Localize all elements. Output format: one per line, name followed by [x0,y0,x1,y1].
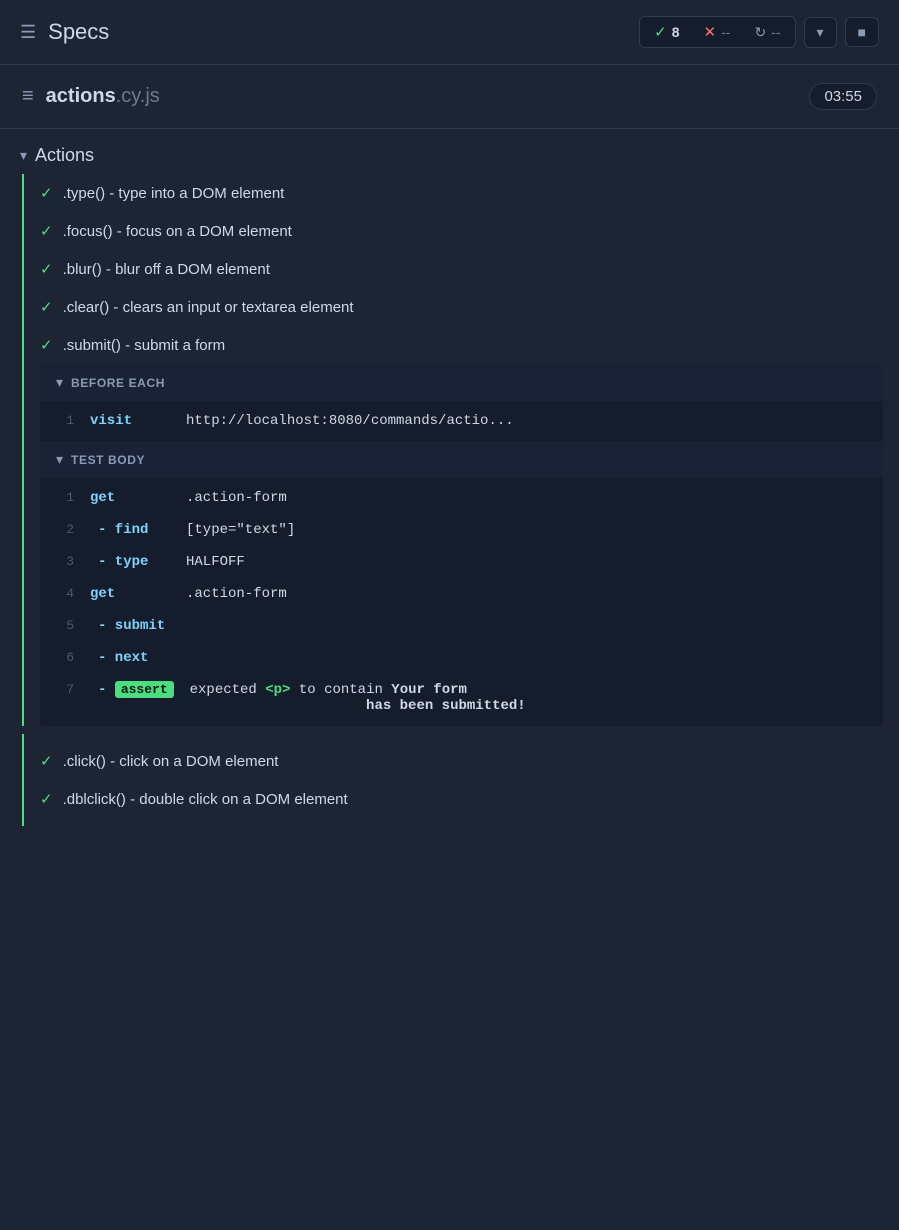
test-label: .submit() - submit a form [63,337,226,354]
pass-icon: ✓ [40,336,53,354]
test-body-code: 1 get .action-form 2 - find [type="text"… [40,478,883,726]
command: - next [90,650,170,666]
file-row: ≡ actions.cy.js 03:55 [0,65,899,129]
pass-icon: ✓ [40,752,53,770]
command: - submit [90,618,170,634]
test-item[interactable]: ✓ .dblclick() - double click on a DOM el… [24,780,899,818]
test-item[interactable]: ✓ .focus() - focus on a DOM element [24,212,899,250]
pending-icon: ↻ [754,24,766,41]
command-arg: http://localhost:8080/commands/actio... [186,413,514,429]
test-item[interactable]: ✓ .blur() - blur off a DOM element [24,250,899,288]
chevron-down-icon: ▾ [56,374,63,391]
file-icon: ≡ [22,85,34,108]
check-icon: ✓ [654,23,667,41]
assert-value: Your form has been submitted! [190,682,526,714]
before-each-header[interactable]: ▾ BEFORE EACH [40,364,883,401]
square-button[interactable]: ■ [845,17,879,47]
code-row: 5 - submit [40,610,883,642]
command: get [90,586,170,602]
test-item[interactable]: ✓ .click() - click on a DOM element [24,742,899,780]
test-item[interactable]: ✓ .submit() - submit a form [24,326,899,364]
test-label: .blur() - blur off a DOM element [63,261,270,278]
pass-icon: ✓ [40,260,53,278]
command: - type [90,554,170,570]
menu-icon[interactable]: ☰ [20,22,36,43]
line-number: 4 [60,586,74,601]
suite-name: Actions [35,145,94,166]
code-row: 3 - type HALFOFF [40,546,883,578]
code-row: 4 get .action-form [40,578,883,610]
chevron-down-icon: ▾ [20,147,27,164]
line-number: 7 [60,682,74,697]
before-each-title: BEFORE EACH [71,376,165,390]
test-list: ✓ .type() - type into a DOM element ✓ .f… [22,174,899,726]
header: ☰ Specs ✓ 8 ✕ -- ↻ -- ▾ ■ [0,0,899,65]
command-arg: .action-form [186,490,287,506]
file-row-left: ≡ actions.cy.js [22,85,160,108]
test-label: .clear() - clears an input or textarea e… [63,299,354,316]
header-left: ☰ Specs [20,19,109,45]
test-label: .focus() - focus on a DOM element [63,223,292,240]
command: - find [90,522,170,538]
code-row: 2 - find [type="text"] [40,514,883,546]
command: get [90,490,170,506]
command-arg: [type="text"] [186,522,295,538]
tag-highlight: <p> [265,682,290,698]
suite-header[interactable]: ▾ Actions [0,129,899,174]
file-ext: .cy.js [116,85,160,107]
pending-stat: ↻ -- [754,24,780,41]
assert-badge: assert [115,681,174,698]
command: visit [90,413,170,429]
before-each-code: 1 visit http://localhost:8080/commands/a… [40,401,883,441]
chevron-button[interactable]: ▾ [804,17,837,48]
chevron-down-icon: ▾ [56,451,63,468]
bottom-tests: ✓ .click() - click on a DOM element ✓ .d… [22,734,899,826]
line-number: 1 [60,413,74,428]
test-item[interactable]: ✓ .clear() - clears an input or textarea… [24,288,899,326]
file-name: actions [46,85,116,107]
pass-count: 8 [672,24,680,40]
command: - assert [90,682,174,698]
header-right: ✓ 8 ✕ -- ↻ -- ▾ ■ [639,16,879,48]
page-title: Specs [48,19,109,45]
stats-badge: ✓ 8 ✕ -- ↻ -- [639,16,795,48]
test-body-title: TEST BODY [71,453,145,467]
pass-icon: ✓ [40,790,53,808]
command-arg: HALFOFF [186,554,245,570]
line-number: 5 [60,618,74,633]
line-number: 6 [60,650,74,665]
code-row: 6 - next [40,642,883,674]
line-number: 3 [60,554,74,569]
test-body-header[interactable]: ▾ TEST BODY [40,441,883,478]
test-expanded: ▾ BEFORE EACH 1 visit http://localhost:8… [40,364,883,726]
pass-icon: ✓ [40,184,53,202]
test-label: .dblclick() - double click on a DOM elem… [63,791,348,808]
line-number: 1 [60,490,74,505]
test-label: .type() - type into a DOM element [63,185,285,202]
command-arg: .action-form [186,586,287,602]
test-label: .click() - click on a DOM element [63,753,279,770]
fail-icon: ✕ [704,23,717,41]
code-row: 1 get .action-form [40,482,883,514]
assert-text: expected <p> to contain Your form has be… [190,682,526,714]
test-item[interactable]: ✓ .type() - type into a DOM element [24,174,899,212]
code-row: 7 - assert expected <p> to contain Your … [40,674,883,722]
fail-count: -- [721,24,730,40]
file-duration: 03:55 [809,83,877,110]
line-number: 2 [60,522,74,537]
pending-count: -- [771,24,780,40]
code-row: 1 visit http://localhost:8080/commands/a… [40,405,883,437]
pass-icon: ✓ [40,298,53,316]
pass-stat: ✓ 8 [654,23,679,41]
fail-stat: ✕ -- [704,23,731,41]
pass-icon: ✓ [40,222,53,240]
